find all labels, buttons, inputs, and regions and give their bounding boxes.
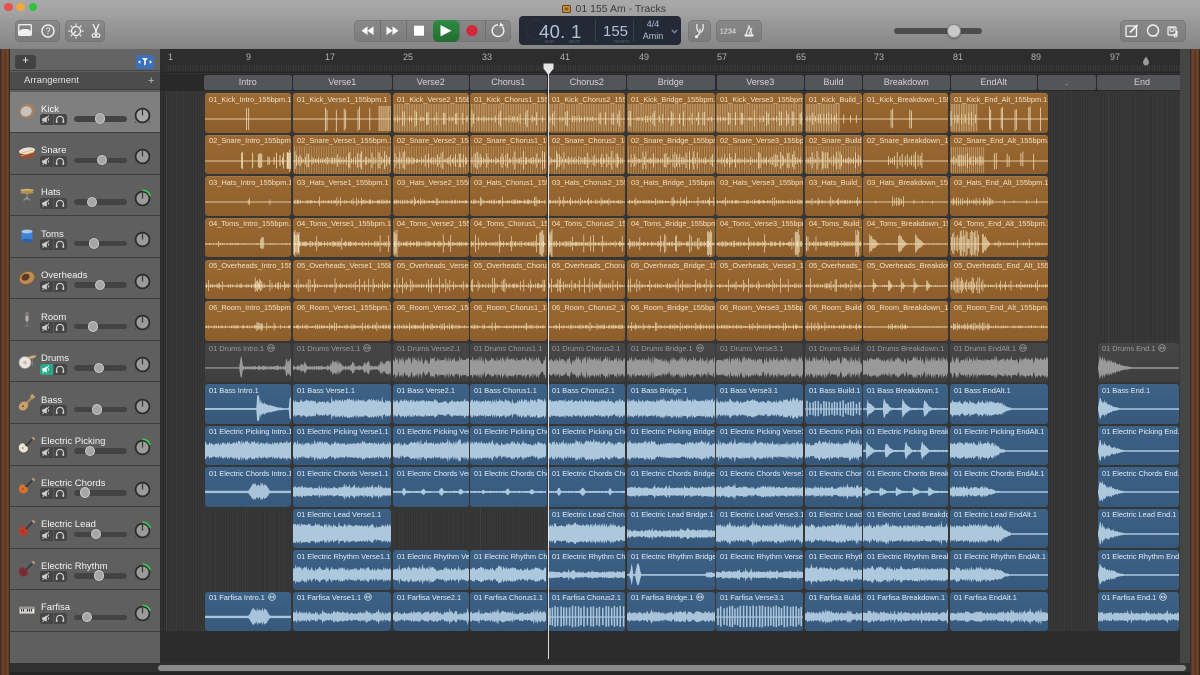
svg-text:1234: 1234 (720, 28, 736, 35)
svg-text:?: ? (45, 26, 50, 36)
